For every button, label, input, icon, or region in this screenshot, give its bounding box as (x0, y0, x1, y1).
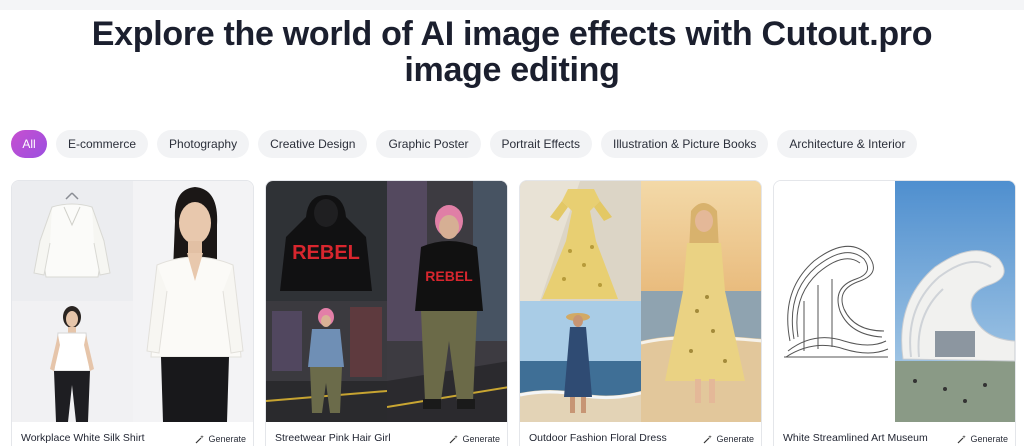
model-photo (641, 181, 761, 422)
model-photo: REBEL (387, 181, 507, 422)
generate-label: Generate (716, 433, 754, 444)
card-title: Workplace White Silk Shirt (21, 432, 145, 444)
example-card[interactable]: White Streamlined Art Museum Generate (773, 180, 1016, 446)
rendered-photo (895, 181, 1015, 422)
sketch-image (774, 181, 895, 422)
generate-button[interactable]: Generate (703, 431, 754, 446)
card-title: Outdoor Fashion Floral Dress (529, 432, 667, 444)
card-footer: Workplace White Silk Shirt Generate (12, 428, 253, 446)
category-tabs: All E-commerce Photography Creative Desi… (11, 130, 918, 158)
page-title: Explore the world of AI image effects wi… (91, 15, 933, 89)
generate-button[interactable]: Generate (449, 431, 500, 446)
tab-e-commerce[interactable]: E-commerce (56, 130, 149, 158)
magic-wand-icon (958, 434, 967, 443)
model-photo (520, 301, 641, 422)
tab-photography[interactable]: Photography (157, 130, 250, 158)
tab-portrait-effects[interactable]: Portrait Effects (489, 130, 592, 158)
tab-creative-design[interactable]: Creative Design (258, 130, 368, 158)
card-footer: Outdoor Fashion Floral Dress Generate (520, 428, 761, 446)
generate-label: Generate (970, 433, 1008, 444)
example-image-collage: REBEL REBEL (266, 181, 507, 422)
tab-illustration-picture-books[interactable]: Illustration & Picture Books (600, 130, 769, 158)
example-card[interactable]: Workplace White Silk Shirt Generate (11, 180, 254, 446)
tab-architecture-interior[interactable]: Architecture & Interior (777, 130, 918, 158)
example-image-collage (520, 181, 761, 422)
magic-wand-icon (196, 434, 205, 443)
card-title: White Streamlined Art Museum (783, 432, 928, 444)
tab-all[interactable]: All (11, 130, 47, 158)
top-strip (0, 0, 1024, 10)
generate-button[interactable]: Generate (957, 431, 1008, 446)
model-photo (12, 301, 133, 422)
model-photo (266, 301, 387, 422)
tab-graphic-poster[interactable]: Graphic Poster (376, 130, 481, 158)
example-card[interactable]: Outdoor Fashion Floral Dress Generate (519, 180, 762, 446)
generate-label: Generate (462, 433, 500, 444)
example-card[interactable]: REBEL REBEL Streetwear Pink Hair Girl Ge… (265, 180, 508, 446)
card-title: Streetwear Pink Hair Girl (275, 432, 391, 444)
card-footer: Streetwear Pink Hair Girl Generate (266, 428, 507, 446)
example-image-collage (12, 181, 253, 422)
example-image-collage (774, 181, 1015, 422)
generate-button[interactable]: Generate (195, 431, 246, 446)
svg-text:REBEL: REBEL (425, 268, 473, 284)
generate-label: Generate (208, 433, 246, 444)
magic-wand-icon (704, 434, 713, 443)
product-photo (520, 181, 641, 301)
model-photo (133, 181, 253, 422)
product-photo (12, 181, 133, 301)
card-footer: White Streamlined Art Museum Generate (774, 428, 1015, 446)
magic-wand-icon (450, 434, 459, 443)
product-photo: REBEL (266, 181, 387, 301)
svg-text:REBEL: REBEL (292, 242, 360, 264)
